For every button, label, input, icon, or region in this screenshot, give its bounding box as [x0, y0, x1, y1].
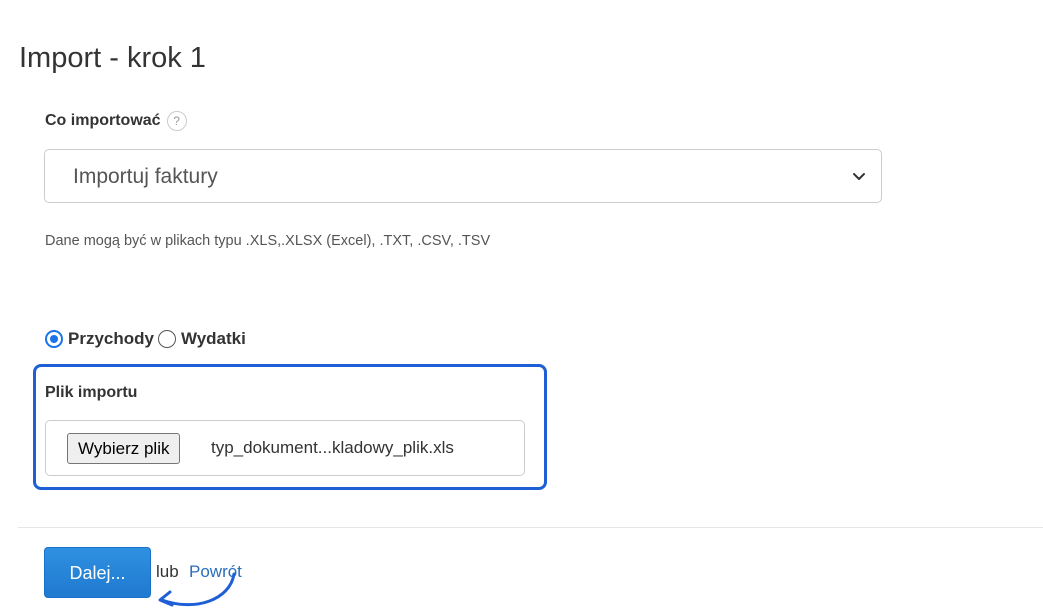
radio-label-wydatki[interactable]: Wydatki [181, 329, 246, 349]
import-page: Import - krok 1 Co importować ? Importuj… [0, 0, 1043, 615]
radio-label-przychody[interactable]: Przychody [68, 329, 154, 349]
choose-file-button[interactable]: Wybierz plik [67, 433, 181, 464]
radio-wydatki[interactable] [157, 330, 176, 348]
radio-przychody[interactable] [45, 330, 63, 348]
file-types-hint: Dane mogą być w plikach typu .XLS,.XLSX … [45, 233, 491, 249]
page-title: Import - krok 1 [19, 42, 206, 74]
selected-file-name: typ_dokument...kladowy_plik.xls [211, 438, 454, 457]
next-button[interactable]: Dalej... [44, 547, 151, 598]
back-link[interactable]: Powrót [189, 562, 242, 582]
import-type-selected-value: Importuj faktury [73, 165, 218, 188]
file-input[interactable]: Wybierz plik typ_dokument...kladowy_plik… [45, 420, 525, 476]
question-mark-icon[interactable]: ? [166, 111, 187, 131]
file-import-label: Plik importu [45, 384, 138, 401]
import-type-label-row: Co importować ? [45, 111, 187, 131]
direction-radio-group: Przychody Wydatki [45, 329, 246, 349]
or-text: lub [156, 562, 179, 581]
import-type-select[interactable]: Importuj faktury [44, 149, 882, 203]
import-type-label: Co importować [45, 112, 161, 129]
divider [18, 527, 1043, 528]
chevron-down-icon [853, 173, 865, 180]
